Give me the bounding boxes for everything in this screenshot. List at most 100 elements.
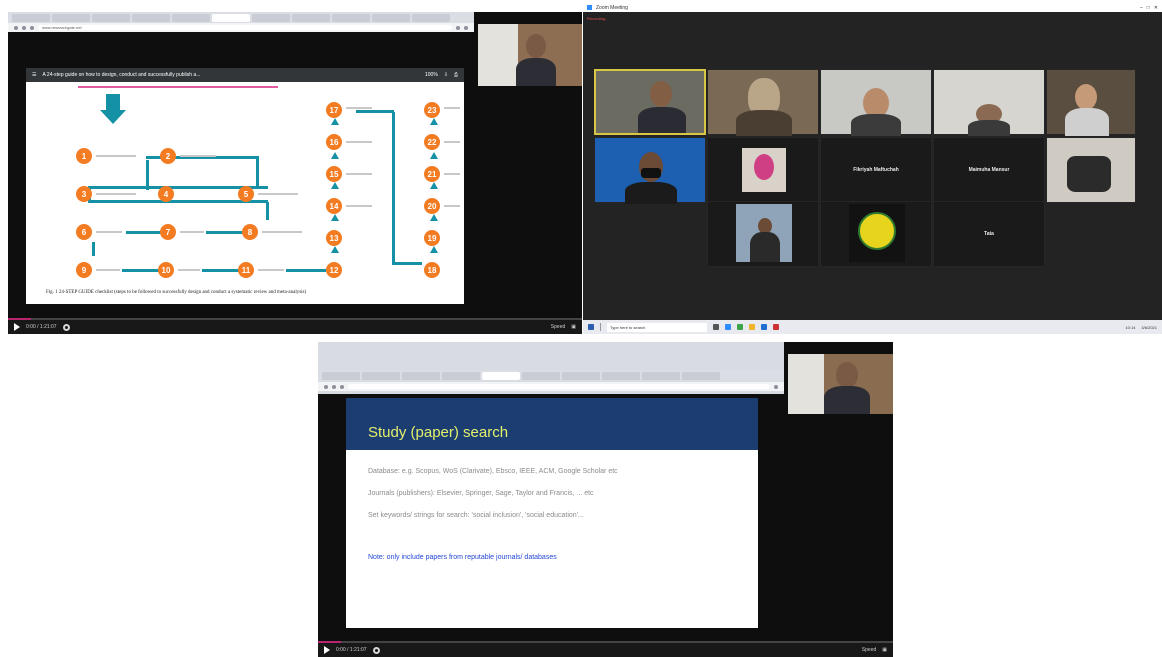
step-text: [346, 173, 372, 175]
browser-tab[interactable]: [12, 13, 50, 22]
address-bar: [318, 382, 784, 391]
browser-tab[interactable]: [442, 371, 480, 380]
forward-icon[interactable]: [22, 25, 26, 30]
step-badge: 16: [326, 134, 342, 150]
browser-tab[interactable]: [402, 371, 440, 380]
participant-tile[interactable]: [820, 69, 932, 136]
zoom-app-icon[interactable]: [725, 324, 731, 330]
browser-tab[interactable]: [52, 13, 90, 22]
browser-tab[interactable]: [332, 13, 370, 22]
browser-tab-strip: [318, 370, 784, 381]
step-text: [346, 107, 372, 109]
participant-tile[interactable]: [707, 69, 819, 136]
participant-tile[interactable]: [1046, 69, 1136, 136]
windows-taskbar: Type here to search 10:14 3/6/2021: [583, 320, 1162, 334]
step-badge: 3: [76, 186, 92, 202]
browser-tab[interactable]: [172, 13, 210, 22]
browser-chrome: [318, 342, 784, 394]
download-icon[interactable]: ⇩: [444, 72, 448, 78]
browser-tab[interactable]: [372, 13, 410, 22]
participant-tile[interactable]: [594, 137, 706, 204]
browser-tab[interactable]: [132, 13, 170, 22]
forward-icon[interactable]: [332, 384, 336, 389]
browser-tab-active[interactable]: [212, 13, 250, 22]
start-arrow-head: [100, 110, 126, 124]
play-icon[interactable]: [324, 646, 330, 654]
speed-button[interactable]: Speed: [551, 324, 565, 330]
back-icon[interactable]: [324, 384, 328, 389]
browser-tab[interactable]: [362, 371, 400, 380]
close-icon[interactable]: ✕: [1154, 5, 1158, 11]
folder-icon[interactable]: [749, 324, 755, 330]
browser-tab[interactable]: [682, 371, 720, 380]
step-badge: 19: [424, 230, 440, 246]
browser-tab[interactable]: [642, 371, 680, 380]
settings-gear-icon[interactable]: [62, 323, 70, 331]
browser-tab[interactable]: [252, 13, 290, 22]
slide-note: Note: only include papers from reputable…: [368, 554, 557, 561]
participant-head: [1075, 84, 1097, 110]
browser-tab[interactable]: [562, 371, 600, 380]
step-text: [96, 155, 136, 157]
participant-tile[interactable]: Maimuha Mansur: [933, 137, 1045, 203]
browser-tab[interactable]: [602, 371, 640, 380]
participant-logo-bg: [849, 204, 905, 262]
browser-tab[interactable]: [92, 13, 130, 22]
taskbar-date: 3/6/2021: [1141, 324, 1157, 330]
participant-tile[interactable]: [1046, 137, 1136, 203]
browser-tab-active[interactable]: [482, 371, 520, 380]
slide-bullet: Journals (publishers): Elsevier, Springe…: [368, 490, 594, 497]
step-text: [346, 141, 372, 143]
participant-tile[interactable]: [707, 201, 819, 267]
participant-tile[interactable]: [707, 137, 819, 203]
step-text: [444, 205, 460, 207]
browser-tab[interactable]: [412, 13, 450, 22]
windows-start-icon[interactable]: [588, 324, 594, 330]
maximize-icon[interactable]: □: [1147, 5, 1150, 11]
up-arrow-icon: [430, 118, 438, 125]
flow-line: [286, 269, 326, 272]
participant-figure: [1067, 156, 1111, 192]
fullscreen-icon[interactable]: ▣: [882, 647, 887, 653]
url-input[interactable]: www.researchgate.net: [38, 25, 452, 30]
app-icon[interactable]: [773, 324, 779, 330]
reload-icon[interactable]: [30, 25, 34, 30]
fullscreen-icon[interactable]: ▣: [571, 324, 576, 330]
print-icon[interactable]: ⎙: [454, 72, 458, 78]
zoom-level[interactable]: 100%: [425, 72, 438, 78]
participant-body: [1065, 108, 1109, 136]
speaker-body: [824, 386, 870, 414]
start-arrow-stem: [106, 94, 120, 110]
profile-icon[interactable]: [464, 25, 468, 30]
play-icon[interactable]: [14, 323, 20, 331]
profile-icon[interactable]: [774, 384, 778, 389]
browser-tab[interactable]: [522, 371, 560, 380]
step-badge: 18: [424, 262, 440, 278]
slide-bullet: Database: e.g. Scopus, WoS (Clarivate), …: [368, 468, 618, 475]
settings-gear-icon[interactable]: [372, 646, 380, 654]
participant-tile[interactable]: Fikriyah Maftuchah: [820, 137, 932, 203]
browser-tab[interactable]: [292, 13, 330, 22]
search-icon[interactable]: [600, 323, 601, 331]
slide: Study (paper) search Database: e.g. Scop…: [346, 398, 758, 628]
participant-tile[interactable]: [933, 69, 1045, 136]
speed-button[interactable]: Speed: [862, 647, 876, 653]
taskbar-search-input[interactable]: Type here to search: [607, 322, 707, 332]
minimize-icon[interactable]: –: [1140, 5, 1143, 11]
participant-tile[interactable]: Tata: [933, 201, 1045, 267]
player-time: 0:00 / 1:21:07: [26, 324, 57, 330]
word-icon[interactable]: [761, 324, 767, 330]
step-badge: 11: [238, 262, 254, 278]
step-badge: 17: [326, 102, 342, 118]
reload-icon[interactable]: [340, 384, 344, 389]
back-icon[interactable]: [14, 25, 18, 30]
url-input[interactable]: [348, 384, 770, 389]
extension-icon[interactable]: [456, 25, 460, 30]
chrome-app-icon[interactable]: [737, 324, 743, 330]
participant-tile-active[interactable]: [594, 69, 706, 135]
participant-tile[interactable]: [820, 201, 932, 267]
browser-tab[interactable]: [322, 371, 360, 380]
menu-icon[interactable]: ☰: [32, 72, 36, 78]
task-view-icon[interactable]: [713, 324, 719, 330]
step-text: [444, 141, 460, 143]
